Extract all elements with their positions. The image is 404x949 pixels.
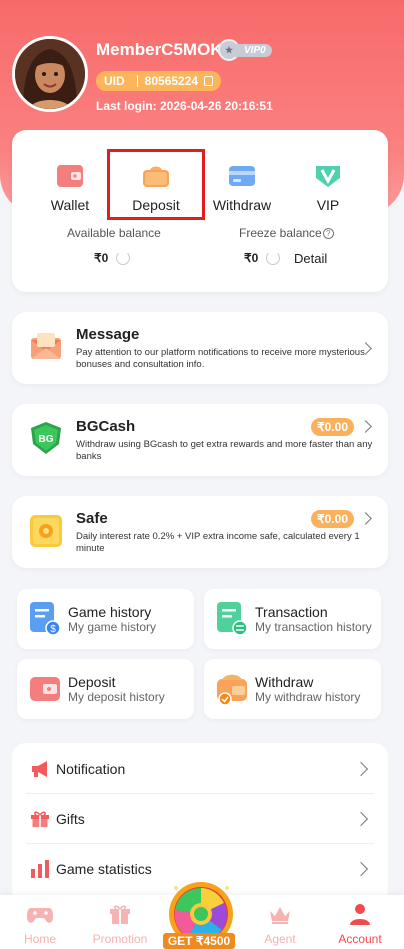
freeze-balance-value: ₹0 (244, 251, 259, 265)
vip-badge: ★ VIP0 (218, 39, 272, 61)
game-history-sub: My game history (68, 620, 157, 634)
svg-text:$: $ (50, 624, 56, 635)
game-history-title: Game history (68, 604, 152, 620)
wallet-label: Wallet (50, 197, 90, 213)
megaphone-icon (32, 761, 47, 777)
uid-separator (136, 75, 138, 87)
withdraw-history-card[interactable]: Withdraw My withdraw history (204, 659, 381, 719)
bgcash-logo-icon: BG (31, 422, 61, 454)
uid-value: 80565224 (144, 74, 199, 88)
tab-label: Agent (264, 932, 296, 946)
copy-icon[interactable] (204, 76, 214, 86)
crown-icon (270, 907, 290, 924)
deposit-highlight-box (107, 149, 205, 220)
safe-amount: ₹0.00 (311, 510, 354, 528)
freeze-balance-label-group: Freeze balance ? (239, 226, 334, 240)
menu-item-notification[interactable]: Notification (26, 744, 374, 794)
settings-menu: Notification Gifts Game statistics (12, 743, 388, 903)
transaction-icon (217, 602, 248, 636)
tab-agent[interactable]: Agent (240, 903, 320, 946)
withdraw-icon (229, 166, 255, 186)
username: MemberC5MOK (96, 40, 223, 59)
deposit-history-card[interactable]: Deposit My deposit history (17, 659, 194, 719)
bgcash-title: BGCash (76, 418, 136, 435)
chevron-right-icon (359, 420, 372, 433)
safe-title: Safe (76, 510, 108, 527)
menu-label: Game statistics (56, 861, 152, 877)
deposit-history-title: Deposit (68, 674, 116, 690)
bgcash-amount: ₹0.00 (311, 418, 354, 436)
vip-icon (316, 166, 340, 187)
game-history-card[interactable]: $ Game history My game history (17, 589, 194, 649)
tab-label: Home (23, 932, 56, 946)
tab-account[interactable]: Account (320, 903, 400, 946)
message-title: Message (76, 326, 140, 343)
tab-label: Promotion (92, 932, 148, 946)
menu-label: Gifts (56, 811, 85, 827)
tab-promotion[interactable]: Promotion (80, 903, 160, 946)
menu-item-gifts[interactable]: Gifts (26, 794, 374, 844)
wallet-action[interactable]: Wallet (30, 164, 110, 213)
gift-box-icon (110, 905, 130, 924)
withdraw-history-title: Withdraw (255, 674, 314, 690)
available-balance-group: ₹0 (94, 251, 131, 265)
vip-action[interactable]: VIP (288, 164, 368, 213)
freeze-balance-label: Freeze balance (239, 226, 322, 240)
chevron-right-icon (353, 811, 369, 827)
withdraw-action[interactable]: Withdraw (202, 164, 282, 213)
transaction-card[interactable]: Transaction My transaction history (204, 589, 381, 649)
gift-icon (31, 811, 49, 827)
svg-text:BG: BG (39, 434, 54, 445)
tab-label: Account (338, 932, 382, 946)
vip-label: VIP (316, 197, 340, 213)
safe-card[interactable]: Safe ₹0.00 Daily interest rate 0.2% + VI… (12, 496, 388, 568)
help-icon[interactable]: ? (322, 227, 334, 239)
refresh-icon[interactable] (116, 251, 131, 265)
available-balance-label: Available balance (67, 226, 161, 240)
tab-home[interactable]: Home (0, 903, 80, 946)
deposit-history-sub: My deposit history (68, 690, 165, 704)
wallet-icon (57, 165, 83, 187)
avatar[interactable] (12, 36, 88, 112)
freeze-balance-group: ₹0 (244, 251, 281, 265)
bar-chart-icon (31, 860, 49, 878)
last-login: Last login: 2026-04-26 20:16:51 (96, 99, 273, 113)
message-desc: Pay attention to our platform notificati… (76, 347, 365, 370)
uid-pill[interactable]: UID 80565224 (96, 71, 222, 91)
withdraw-history-sub: My withdraw history (255, 690, 361, 704)
detail-link[interactable]: Detail (294, 251, 327, 266)
refresh-icon[interactable] (266, 251, 281, 265)
user-icon (350, 904, 370, 925)
available-balance-value: ₹0 (94, 251, 109, 265)
safe-desc: Daily interest rate 0.2% + VIP extra inc… (76, 531, 360, 554)
safe-icon (30, 515, 62, 547)
bgcash-desc: Withdraw using BGcash to get extra rewar… (76, 439, 373, 462)
game-history-icon: $ (30, 602, 61, 636)
transaction-title: Transaction (255, 604, 328, 620)
bgcash-card[interactable]: BG BGCash ₹0.00 Withdraw using BGcash to… (12, 404, 388, 476)
uid-label: UID (104, 74, 125, 88)
chevron-right-icon (353, 761, 369, 777)
gamepad-icon (27, 908, 53, 923)
chevron-right-icon (359, 512, 372, 525)
wallet-card: Wallet Deposit Withdraw VIP Available ba… (12, 130, 388, 292)
transaction-sub: My transaction history (255, 620, 372, 634)
envelope-icon (31, 333, 61, 359)
menu-label: Notification (56, 761, 126, 777)
withdraw-label: Withdraw (212, 197, 272, 213)
deposit-history-icon (30, 677, 60, 701)
vip-level: VIP0 (234, 43, 272, 57)
withdraw-history-icon (217, 674, 247, 706)
chevron-right-icon (353, 861, 369, 877)
message-card[interactable]: Message Pay attention to our platform no… (12, 312, 388, 384)
wheel-get-label[interactable]: GET ₹4500 (163, 933, 235, 949)
